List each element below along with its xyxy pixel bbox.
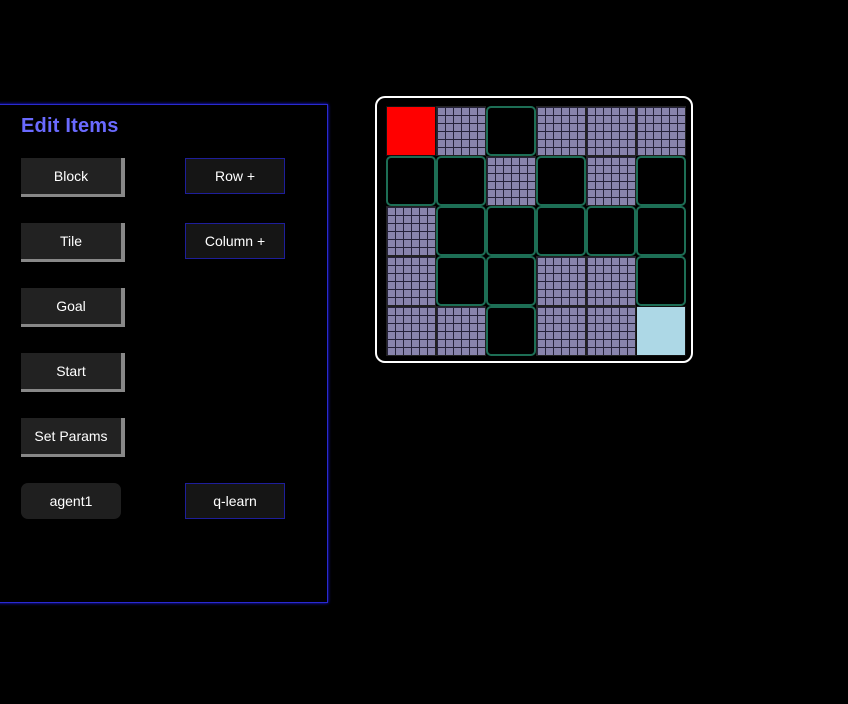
grid-cell-tile[interactable] (486, 106, 536, 156)
grid-cell-tile[interactable] (536, 156, 586, 206)
tile-button[interactable]: Tile (21, 223, 125, 262)
grid-cell-block[interactable] (636, 106, 686, 156)
grid-cell-tile[interactable] (636, 206, 686, 256)
grid-cell-tile[interactable] (386, 156, 436, 206)
panel-title: Edit Items (21, 115, 119, 137)
grid-cell-block[interactable] (386, 306, 436, 356)
grid-cell-block[interactable] (586, 256, 636, 306)
set-params-button[interactable]: Set Params (21, 418, 125, 457)
block-button[interactable]: Block (21, 158, 125, 197)
grid-cell-tile[interactable] (436, 206, 486, 256)
grid-cell-goal[interactable] (636, 306, 686, 356)
add-column-button[interactable]: Column + (185, 223, 285, 259)
grid-cell-block[interactable] (536, 306, 586, 356)
grid-cell-tile[interactable] (486, 256, 536, 306)
grid-cell-block[interactable] (586, 106, 636, 156)
grid-cell-tile[interactable] (636, 256, 686, 306)
grid-world (386, 106, 686, 356)
goal-button[interactable]: Goal (21, 288, 125, 327)
grid-cell-block[interactable] (486, 156, 536, 206)
grid-cell-block[interactable] (386, 256, 436, 306)
grid-cell-start[interactable] (386, 106, 436, 156)
grid-cell-block[interactable] (386, 206, 436, 256)
agent-select-button[interactable]: agent1 (21, 483, 121, 519)
grid-cell-tile[interactable] (436, 256, 486, 306)
grid-cell-block[interactable] (536, 106, 586, 156)
grid-cell-tile[interactable] (536, 206, 586, 256)
grid-cell-tile[interactable] (586, 206, 636, 256)
grid-cell-block[interactable] (436, 106, 486, 156)
start-button[interactable]: Start (21, 353, 125, 392)
grid-world-frame (375, 96, 693, 363)
grid-cell-block[interactable] (586, 156, 636, 206)
grid-cell-block[interactable] (436, 306, 486, 356)
grid-cell-block[interactable] (536, 256, 586, 306)
add-row-button[interactable]: Row + (185, 158, 285, 194)
grid-cell-tile[interactable] (486, 206, 536, 256)
grid-cell-tile[interactable] (436, 156, 486, 206)
algorithm-button[interactable]: q-learn (185, 483, 285, 519)
grid-cell-tile[interactable] (636, 156, 686, 206)
grid-cell-block[interactable] (586, 306, 636, 356)
edit-items-panel: Edit Items Block Tile Goal Start Set Par… (0, 104, 328, 603)
grid-cell-tile[interactable] (486, 306, 536, 356)
